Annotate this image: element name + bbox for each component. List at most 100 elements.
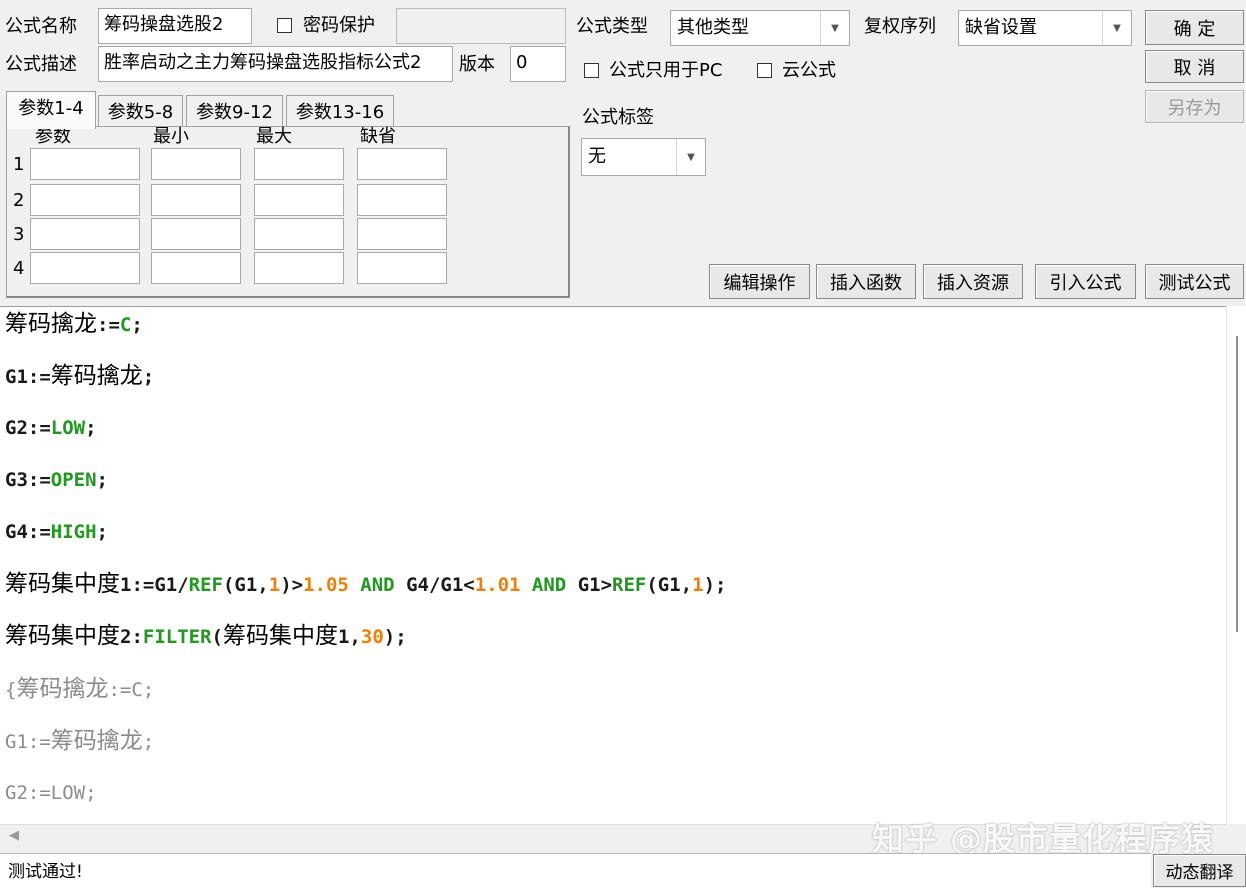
param-header-min: 最小: [153, 126, 189, 147]
code-editor[interactable]: 筹码擒龙:=C; G1:=筹码擒龙; G2:=LOW; G3:=OPEN; G4:=HI…: [0, 306, 1226, 825]
chevron-down-icon[interactable]: ▼: [1102, 11, 1131, 45]
code-line: {筹码擒龙:=C;: [5, 675, 154, 704]
code-token: G2:=: [5, 417, 51, 439]
param-3-default-input[interactable]: [357, 218, 447, 250]
formula-desc-input[interactable]: 胜率启动之主力筹码操盘选股指标公式2: [98, 46, 453, 82]
pc-only-checkbox[interactable]: [584, 63, 599, 78]
ok-button[interactable]: 确 定: [1145, 10, 1244, 45]
param-1-name-input[interactable]: [30, 148, 140, 180]
code-token: {: [5, 679, 17, 701]
code-token: LOW: [50, 417, 86, 439]
pc-only-label: 公式只用于PC: [609, 60, 723, 81]
code-token: ;: [85, 417, 97, 439]
param-row-number: 1: [13, 154, 25, 175]
code-token: 30: [360, 626, 384, 648]
formula-type-label: 公式类型: [576, 16, 648, 37]
param-4-max-input[interactable]: [254, 252, 344, 284]
formula-type-value: 其他类型: [677, 17, 749, 38]
code-line: G1:=筹码擒龙;: [5, 727, 154, 756]
cancel-button[interactable]: 取 消: [1145, 50, 1244, 83]
param-1-min-input[interactable]: [151, 148, 241, 180]
code-token: 1.01: [474, 574, 521, 596]
formula-name-label: 公式名称: [5, 16, 77, 37]
code-token: G3:=: [5, 469, 51, 491]
insert-resource-button[interactable]: 插入资源: [923, 264, 1023, 299]
rights-series-select[interactable]: 缺省设置 ▼: [958, 10, 1132, 46]
code-line: G4:=HIGH;: [5, 518, 108, 546]
param-4-default-input[interactable]: [357, 252, 447, 284]
code-token: 1:=G1/: [120, 574, 189, 596]
code-token: AND: [531, 574, 567, 596]
code-token: G4:=: [5, 521, 51, 543]
code-token: C: [119, 314, 132, 336]
chevron-down-icon[interactable]: ▼: [820, 11, 849, 45]
edit-operations-button[interactable]: 编辑操作: [709, 264, 810, 299]
code-token: HIGH: [50, 521, 97, 543]
code-token: 筹码集中度: [5, 623, 120, 649]
param-1-max-input[interactable]: [254, 148, 344, 180]
dynamic-translate-button[interactable]: 动态翻译: [1153, 854, 1246, 887]
code-token: G1:=: [5, 366, 51, 388]
test-formula-button[interactable]: 测试公式: [1145, 264, 1244, 299]
formula-tag-label: 公式标签: [582, 107, 654, 128]
param-1-default-input[interactable]: [357, 148, 447, 180]
code-token: REF: [188, 574, 223, 596]
param-4-min-input[interactable]: [151, 252, 241, 284]
param-3-min-input[interactable]: [151, 218, 241, 250]
chevron-down-icon[interactable]: ▼: [676, 139, 705, 175]
code-token: AND: [360, 574, 395, 596]
code-token: ;: [96, 521, 108, 543]
param-3-max-input[interactable]: [254, 218, 344, 250]
param-header-name: 参数: [35, 126, 71, 147]
formula-name-input[interactable]: 筹码操盘选股2: [98, 8, 252, 44]
formula-type-select[interactable]: 其他类型 ▼: [670, 10, 850, 46]
tab-params-5-8[interactable]: 参数5-8: [98, 95, 183, 126]
cloud-formula-checkbox[interactable]: [757, 63, 772, 78]
formula-tag-value: 无: [588, 146, 606, 167]
scroll-left-arrow-icon[interactable]: ◀: [9, 828, 19, 843]
scrollbar-corner: [1226, 824, 1246, 848]
password-protect-checkbox[interactable]: [277, 18, 292, 33]
param-row-number: 4: [13, 258, 25, 279]
param-2-min-input[interactable]: [151, 184, 241, 216]
formula-tag-select[interactable]: 无 ▼: [581, 138, 706, 176]
code-token: 筹码擒龙: [16, 676, 109, 702]
cloud-formula-label: 云公式: [782, 60, 836, 81]
param-2-default-input[interactable]: [357, 184, 447, 216]
version-input[interactable]: 0: [510, 46, 566, 82]
code-token: 筹码擒龙: [50, 728, 143, 754]
param-header-max: 最大: [256, 126, 292, 147]
rights-series-value: 缺省设置: [965, 17, 1037, 38]
code-token: G2:=LOW;: [5, 782, 97, 804]
code-token: REF: [612, 574, 647, 596]
formula-desc-label: 公式描述: [5, 54, 77, 75]
tab-params-13-16[interactable]: 参数13-16: [286, 95, 394, 126]
param-2-name-input[interactable]: [30, 184, 140, 216]
code-token: 2:: [120, 626, 143, 648]
param-4-name-input[interactable]: [30, 252, 140, 284]
code-token: 1.05: [303, 574, 349, 596]
code-token: 1,: [337, 626, 361, 648]
import-formula-button[interactable]: 引入公式: [1035, 264, 1136, 299]
code-token: ;: [131, 314, 143, 336]
code-token: G1>: [566, 574, 613, 596]
status-bar: 测试通过!: [0, 853, 1151, 888]
param-3-name-input[interactable]: [30, 218, 140, 250]
code-token: :=C;: [108, 679, 155, 701]
code-line: G2:=LOW;: [5, 779, 97, 807]
code-token: )>: [280, 574, 304, 596]
save-as-button[interactable]: 另存为: [1145, 90, 1244, 123]
param-2-max-input[interactable]: [254, 184, 344, 216]
code-token: G4/G1<: [394, 574, 475, 596]
vertical-scrollbar-thumb[interactable]: [1236, 336, 1238, 632]
code-token: :=: [97, 314, 120, 336]
code-line: G2:=LOW;: [5, 414, 97, 442]
code-token: ;: [142, 366, 155, 388]
code-line: G1:=筹码擒龙;: [5, 362, 154, 391]
insert-function-button[interactable]: 插入函数: [816, 264, 916, 299]
code-token: (G1,: [646, 574, 693, 596]
tab-params-1-4[interactable]: 参数1-4: [6, 91, 96, 129]
tab-params-9-12[interactable]: 参数9-12: [186, 95, 283, 126]
code-token: 筹码擒龙: [50, 363, 143, 389]
